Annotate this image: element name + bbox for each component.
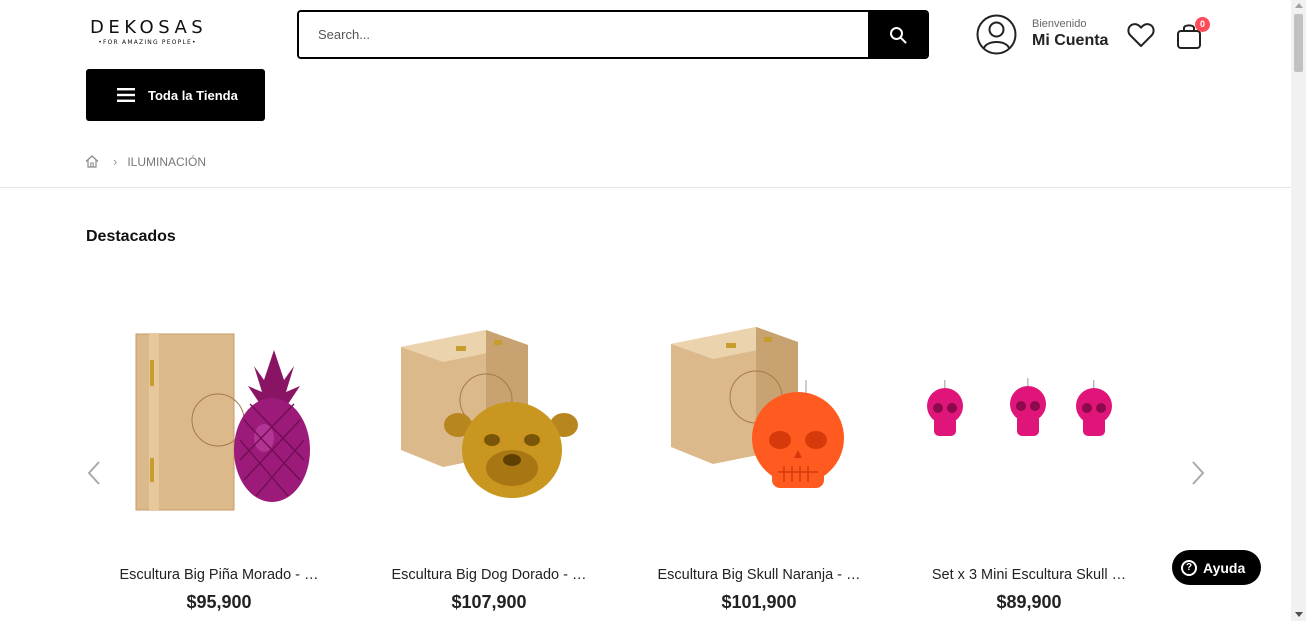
search-button[interactable] — [868, 12, 927, 57]
help-chat-button[interactable]: ? Ayuda — [1172, 550, 1261, 585]
scroll-up-arrow-icon[interactable] — [1295, 3, 1303, 8]
product-price: $107,900 — [451, 592, 527, 612]
product-name: Set x 3 Mini Escultura Skull … — [931, 567, 1127, 583]
page-scrollbar[interactable] — [1291, 0, 1306, 621]
search-icon — [889, 26, 906, 43]
product-card[interactable]: Set x 3 Mini Escultura Skull … $89,900 — [914, 300, 1144, 613]
product-price: $89,900 — [996, 592, 1062, 612]
welcome-text: Bienvenido — [1032, 18, 1087, 30]
search-input[interactable] — [299, 12, 868, 57]
all-store-button[interactable]: Toda la Tienda — [86, 69, 265, 121]
question-icon: ? — [1181, 559, 1197, 576]
carousel-prev-arrow-icon[interactable] — [84, 458, 104, 488]
product-card[interactable]: Escultura Big Skull Naranja - … $101,900 — [644, 300, 874, 613]
heart-icon[interactable] — [1127, 22, 1155, 48]
user-icon — [976, 14, 1017, 55]
product-name: Escultura Big Piña Morado - … — [119, 567, 319, 583]
help-label: Ayuda — [1203, 559, 1246, 576]
account-link[interactable]: Bienvenido Mi Cuenta — [976, 14, 1108, 55]
product-image — [671, 327, 844, 488]
carousel-next-arrow-icon[interactable] — [1188, 458, 1208, 488]
product-price: $95,900 — [186, 592, 252, 612]
product-image — [135, 333, 310, 511]
account-label: Mi Cuenta — [1032, 32, 1109, 49]
breadcrumb: › ILUMINACIÓN — [85, 154, 206, 169]
home-icon[interactable] — [85, 155, 99, 168]
site-logo[interactable]: DEKOSAS •FOR AMAZING PEOPLE• — [90, 18, 205, 47]
hamburger-icon — [117, 88, 135, 102]
logo-tagline: •FOR AMAZING PEOPLE• — [98, 39, 197, 46]
product-image — [927, 378, 1112, 436]
all-store-label: Toda la Tienda — [148, 87, 238, 103]
scroll-down-arrow-icon[interactable] — [1295, 612, 1303, 617]
cart-button[interactable]: 0 — [1175, 17, 1210, 51]
product-price: $101,900 — [721, 592, 797, 612]
breadcrumb-current[interactable]: ILUMINACIÓN — [127, 155, 206, 169]
breadcrumb-separator: › — [113, 154, 118, 169]
page: DEKOSAS •FOR AMAZING PEOPLE• Bienvenido … — [0, 0, 1291, 621]
product-card[interactable]: Escultura Big Piña Morado - … $95,900 — [104, 300, 334, 613]
product-image — [401, 330, 578, 498]
scrollbar-thumb[interactable] — [1294, 14, 1303, 72]
product-name: Escultura Big Dog Dorado - … — [391, 567, 587, 583]
product-card[interactable]: Escultura Big Dog Dorado - … $107,900 — [374, 300, 604, 613]
account-texts: Bienvenido Mi Cuenta — [1032, 18, 1108, 51]
logo-brand: DEKOSAS — [90, 17, 208, 38]
product-name: Escultura Big Skull Naranja - … — [657, 567, 861, 583]
section-title: Destacados — [86, 228, 176, 245]
search-bar — [297, 10, 929, 59]
header-divider — [0, 187, 1291, 188]
cart-count-badge: 0 — [1195, 17, 1210, 32]
